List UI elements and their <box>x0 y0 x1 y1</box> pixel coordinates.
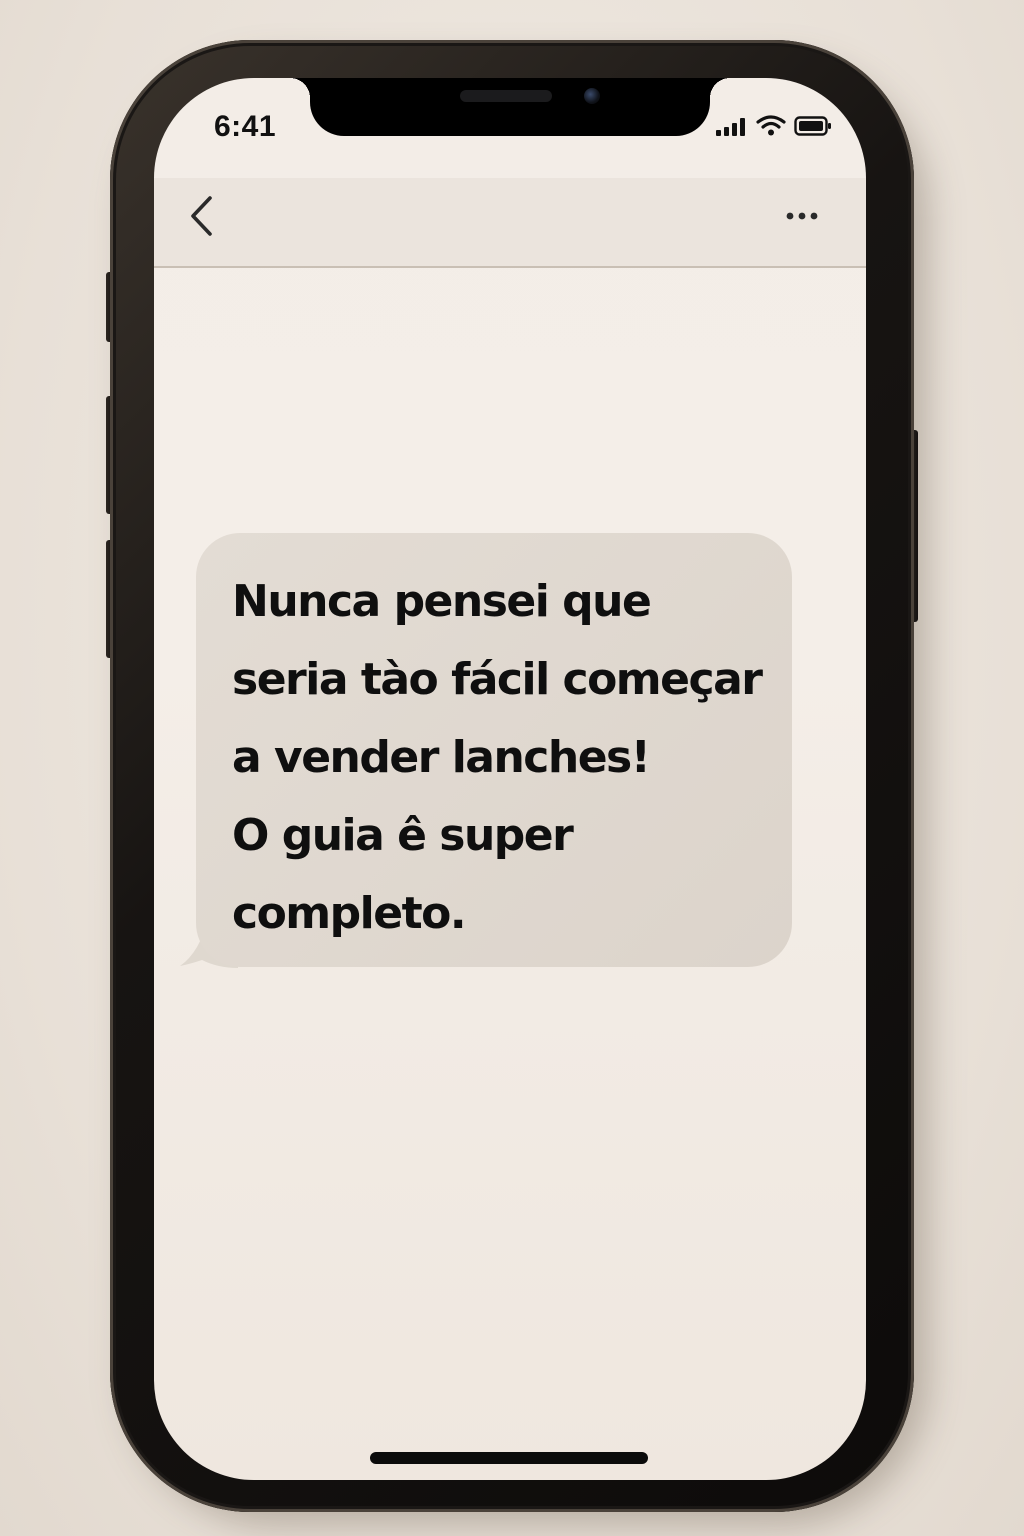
camera-notch <box>290 78 730 136</box>
more-horizontal-icon <box>786 212 818 220</box>
message-line: completo. <box>232 888 467 939</box>
chevron-left-icon <box>191 196 212 236</box>
home-indicator[interactable] <box>370 1452 648 1464</box>
message-thread[interactable]: Nunca pensei que seria tào fácil começar… <box>154 268 866 1480</box>
phone-screen: 6:41 Nunca pensei que seria tào fácil co… <box>154 78 866 1480</box>
wifi-icon <box>756 115 786 136</box>
background: 6:41 Nunca pensei que seria tào fácil co… <box>0 0 1024 1536</box>
message-line: Nunca pensei que <box>232 576 652 627</box>
status-time: 6:41 <box>214 110 277 143</box>
battery-icon <box>794 116 831 136</box>
more-options-button[interactable] <box>778 196 826 236</box>
message-line: a vender lanches! <box>232 732 651 783</box>
message-line: O guia ê super <box>232 810 574 861</box>
message-bubble[interactable]: Nunca pensei que seria tào fácil começar… <box>196 533 792 967</box>
conversation-header <box>154 178 866 268</box>
cellular-signal-icon <box>716 118 748 136</box>
front-camera <box>584 88 600 104</box>
speaker-grille <box>460 90 552 102</box>
message-text: Nunca pensei que seria tào fácil começar… <box>232 563 768 953</box>
message-line: seria tào fácil começar <box>232 654 763 705</box>
back-button[interactable] <box>180 192 228 240</box>
